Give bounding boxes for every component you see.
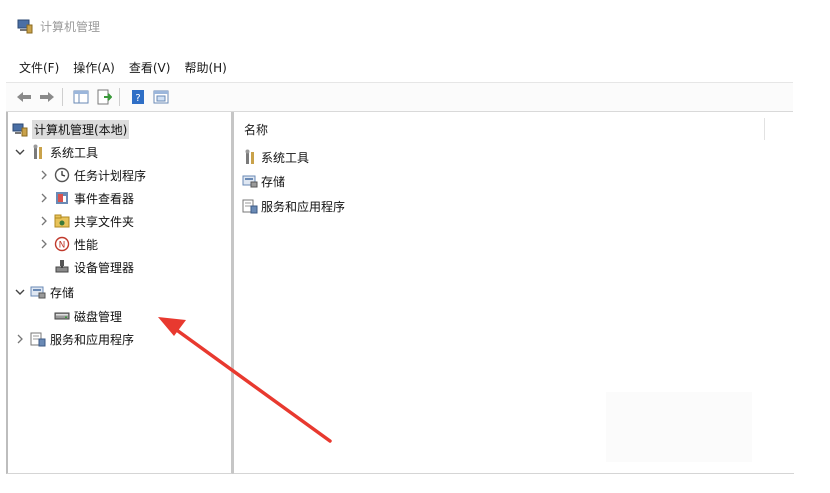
toolbar: ? [6, 82, 793, 112]
properties-icon[interactable] [151, 87, 171, 107]
help-icon[interactable]: ? [128, 87, 148, 107]
device-manager-icon [54, 259, 70, 275]
computer-management-icon [12, 121, 28, 137]
back-arrow-icon[interactable] [14, 87, 34, 107]
list-item[interactable]: 服务和应用程序 [242, 195, 345, 217]
system-tools-icon [30, 144, 46, 160]
tree-item-computer-management-local[interactable]: 计算机管理(本地) [12, 118, 130, 140]
tree-item-device-manager[interactable]: 设备管理器 [50, 256, 134, 278]
toolbar-separator [62, 88, 63, 106]
tree-label: 设备管理器 [74, 260, 135, 275]
chevron-right-icon[interactable] [38, 192, 50, 204]
disk-management-icon [54, 308, 70, 324]
tree-item-event-viewer[interactable]: 事件查看器 [38, 187, 134, 209]
svg-text:?: ? [135, 93, 140, 104]
storage-icon [30, 284, 46, 300]
performance-icon: N [54, 236, 70, 252]
system-tools-icon [242, 149, 258, 165]
window-title: 计算机管理 [40, 19, 101, 34]
tree-item-services-and-applications[interactable]: 服务和应用程序 [14, 328, 134, 350]
tree-item-performance[interactable]: N 性能 [38, 233, 98, 255]
shared-folder-icon [54, 213, 70, 229]
blurred-watermark-area [606, 392, 752, 462]
tree-label: 计算机管理(本地) [32, 119, 130, 139]
menu-action[interactable]: 操作(A) [66, 59, 122, 76]
tree-item-storage[interactable]: 存储 [14, 281, 74, 303]
clock-icon [54, 167, 70, 183]
menu-bar: 文件(F) 操作(A) 查看(V) 帮助(H) [6, 56, 234, 78]
menu-help[interactable]: 帮助(H) [177, 59, 233, 76]
chevron-right-icon[interactable] [14, 333, 26, 345]
tree-label: 系统工具 [50, 145, 99, 160]
tree-item-disk-management[interactable]: 磁盘管理 [50, 305, 122, 327]
tree-label: 任务计划程序 [74, 168, 147, 183]
forward-arrow-icon[interactable] [37, 87, 57, 107]
show-hide-tree-icon[interactable] [71, 87, 91, 107]
toolbar-separator [119, 88, 120, 106]
event-viewer-icon [54, 190, 70, 206]
storage-icon [242, 173, 258, 189]
chevron-down-icon[interactable] [14, 286, 26, 298]
title-bar: 计算机管理 [6, 0, 793, 52]
services-and-applications-icon [242, 198, 258, 214]
list-item-label: 系统工具 [261, 150, 310, 165]
column-header-label: 名称 [244, 122, 269, 137]
chevron-down-icon[interactable] [14, 146, 26, 158]
tree-item-task-scheduler[interactable]: 任务计划程序 [38, 164, 146, 186]
tree-label: 共享文件夹 [74, 214, 135, 229]
list-item-label: 存储 [261, 174, 286, 189]
navigation-tree-pane: 计算机管理(本地) 系统工具 任务计划程序 事件查看器 共享文件夹 N 性能 设… [6, 112, 233, 474]
tree-label: 事件查看器 [74, 191, 135, 206]
tree-item-system-tools[interactable]: 系统工具 [14, 141, 98, 163]
chevron-right-icon[interactable] [38, 215, 50, 227]
svg-text:N: N [59, 241, 66, 251]
column-header-name[interactable]: 名称 [234, 118, 765, 140]
menu-view[interactable]: 查看(V) [122, 59, 178, 76]
list-item[interactable]: 存储 [242, 170, 285, 192]
chevron-right-icon[interactable] [38, 238, 50, 250]
tree-label: 磁盘管理 [74, 309, 123, 324]
tree-item-shared-folders[interactable]: 共享文件夹 [38, 210, 134, 232]
tree-label: 存储 [50, 285, 75, 300]
list-item-label: 服务和应用程序 [261, 199, 346, 214]
chevron-right-icon[interactable] [38, 169, 50, 181]
computer-management-icon [16, 17, 34, 35]
services-and-applications-icon [30, 331, 46, 347]
export-list-icon[interactable] [94, 87, 114, 107]
tree-label: 服务和应用程序 [50, 332, 135, 347]
menu-file[interactable]: 文件(F) [6, 59, 66, 76]
tree-label: 性能 [74, 237, 99, 252]
list-item[interactable]: 系统工具 [242, 146, 309, 168]
